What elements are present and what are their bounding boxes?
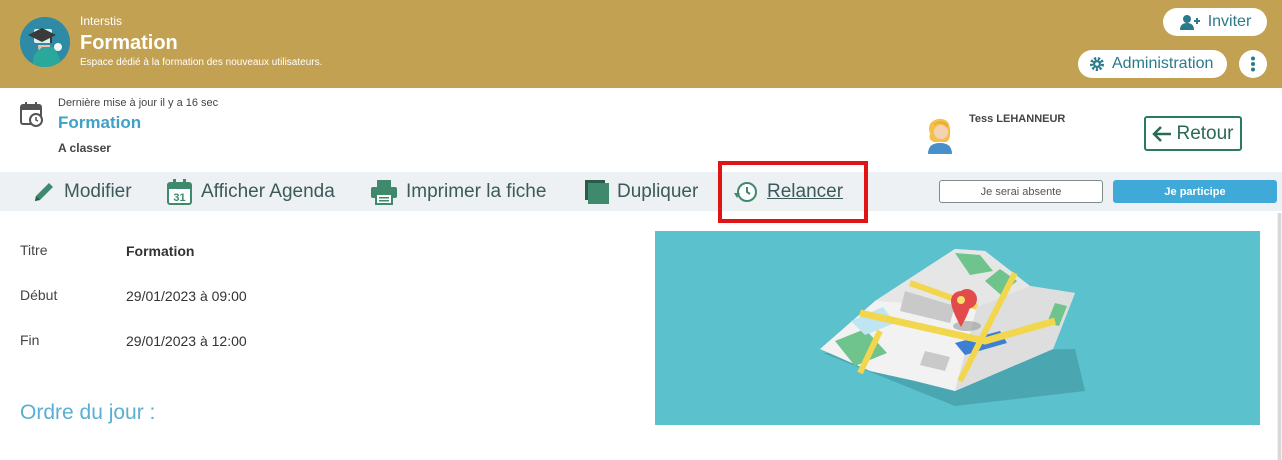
user-avatar <box>928 118 952 154</box>
more-options-button[interactable] <box>1239 50 1267 78</box>
remind-label: Relancer <box>767 180 844 202</box>
duplicate-label: Dupliquer <box>617 180 699 202</box>
reminder-clock-icon <box>734 181 757 202</box>
print-label: Imprimer la fiche <box>406 180 547 202</box>
field-value-end: 29/01/2023 à 12:00 <box>126 333 247 349</box>
user-plus-icon <box>1179 15 1200 30</box>
printer-icon <box>371 179 397 205</box>
duplicate-button[interactable]: Dupliquer <box>585 172 698 211</box>
arrow-left-icon <box>1152 125 1172 142</box>
app-title: Formation <box>80 32 178 54</box>
app-logo[interactable] <box>20 17 70 67</box>
field-label-end: Fin <box>20 332 40 348</box>
agenda-heading: Ordre du jour : <box>20 401 156 424</box>
org-name: Interstis <box>80 14 123 28</box>
vertical-dots-icon <box>1251 56 1255 72</box>
record-status: A classer <box>58 141 111 155</box>
pencil-icon <box>35 182 53 201</box>
record-title[interactable]: Formation <box>58 113 141 133</box>
app-subtitle: Espace dédié à la formation des nouveaux… <box>80 57 323 68</box>
back-label: Retour <box>1176 122 1234 144</box>
user-name: Tess LEHANNEUR <box>969 113 1066 125</box>
calendar-day-number: 31 <box>173 192 185 204</box>
remind-button[interactable]: Relancer <box>733 172 843 211</box>
scrollbar-thumb[interactable] <box>1278 213 1281 460</box>
app-header: Interstis Formation Espace dédié à la fo… <box>0 0 1282 88</box>
invite-button[interactable]: Inviter <box>1163 8 1267 36</box>
field-label-title: Titre <box>20 242 48 258</box>
last-updated-text: Dernière mise à jour il y a 16 sec <box>58 97 219 109</box>
field-label-start: Début <box>20 287 58 303</box>
print-button[interactable]: Imprimer la fiche <box>370 172 546 211</box>
administration-button[interactable]: Administration <box>1078 50 1227 78</box>
back-button[interactable]: Retour <box>1144 116 1242 151</box>
calendar-icon: 31 <box>167 178 192 205</box>
participate-button[interactable]: Je participe <box>1113 180 1277 203</box>
show-agenda-button[interactable]: 31 Afficher Agenda <box>167 172 335 211</box>
field-value-start: 29/01/2023 à 09:00 <box>126 288 247 304</box>
field-value-title: Formation <box>126 243 195 259</box>
calendar-clock-icon <box>20 102 43 127</box>
edit-label: Modifier <box>64 180 132 202</box>
invite-label: Inviter <box>1207 13 1252 30</box>
location-map-illustration <box>655 231 1260 425</box>
duplicate-icon <box>585 179 609 204</box>
administration-label: Administration <box>1112 55 1214 72</box>
gear-icon <box>1090 57 1104 71</box>
show-agenda-label: Afficher Agenda <box>201 180 335 202</box>
absent-button[interactable]: Je serai absente <box>939 180 1103 203</box>
edit-button[interactable]: Modifier <box>32 172 132 211</box>
